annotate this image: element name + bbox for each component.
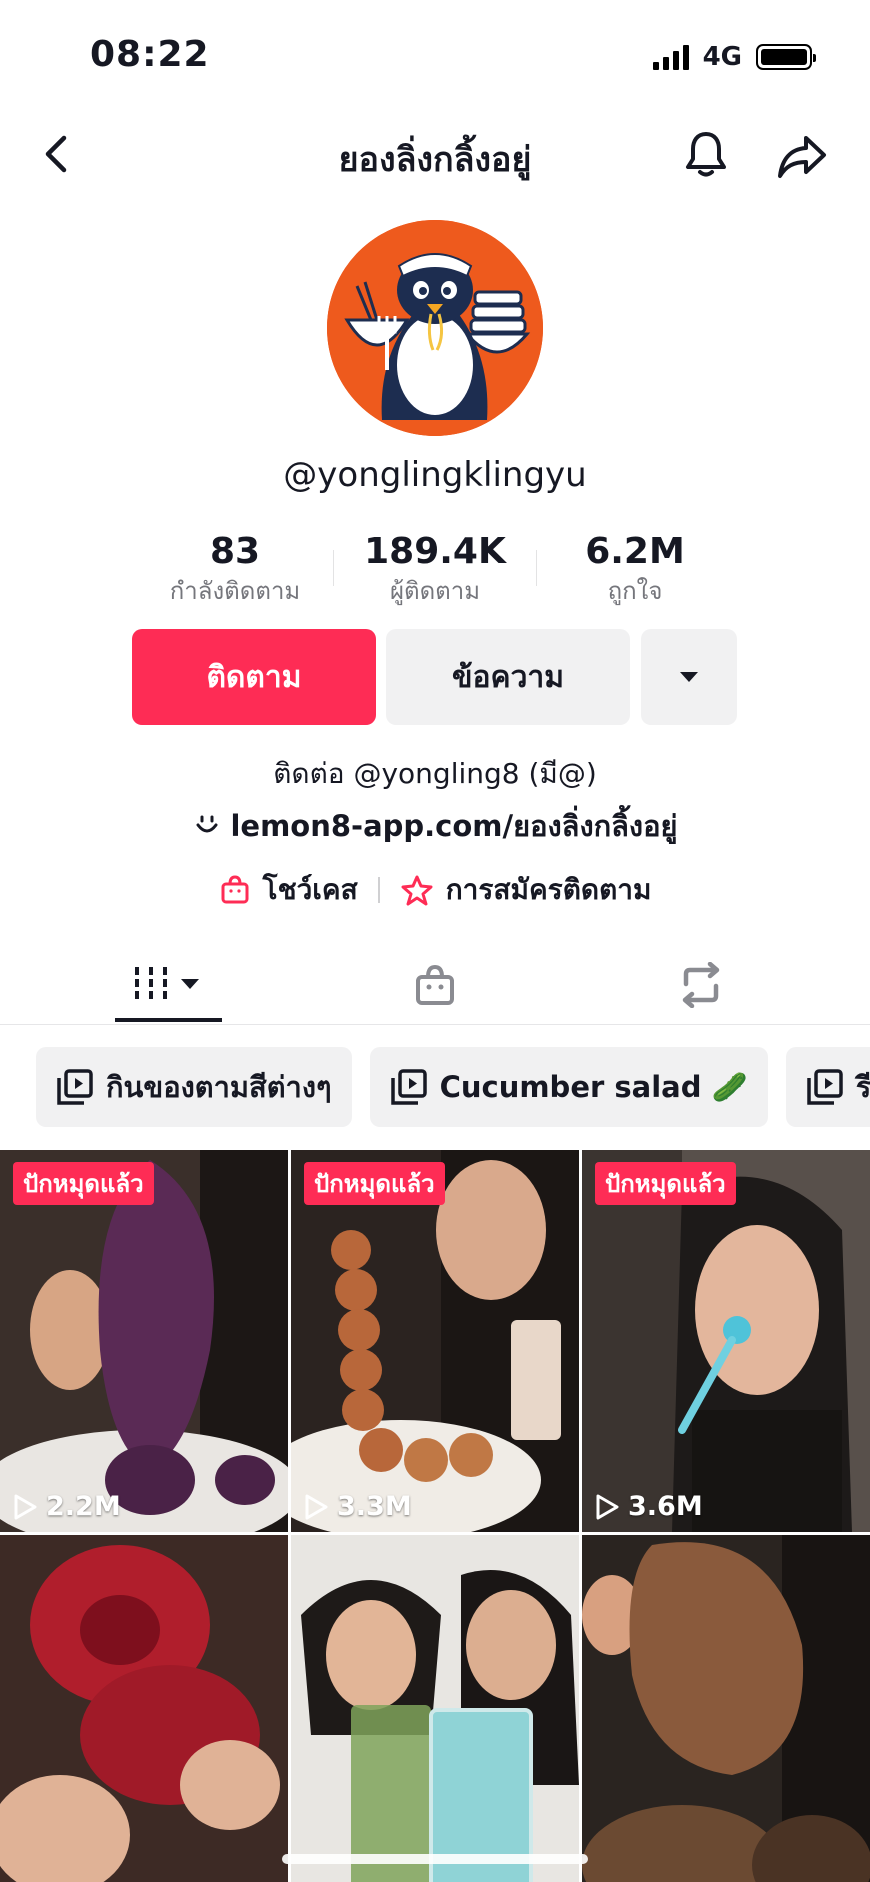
playlist-label: รีวิ	[855, 1070, 870, 1104]
video-thumbnail[interactable]: ปักหมุดแล้ว 3.6M	[582, 1150, 870, 1532]
signal-icon	[652, 44, 689, 70]
view-count-text: 2.2M	[46, 1491, 121, 1522]
lollipop-thumbnail-image	[582, 1150, 870, 1532]
message-button[interactable]: ข้อความ	[386, 629, 630, 725]
view-count: 2.2M	[12, 1491, 121, 1522]
playlist-chip[interactable]: Cucumber salad 🥒	[369, 1047, 768, 1127]
follow-button[interactable]: ติดตาม	[132, 629, 376, 725]
avatar[interactable]	[327, 220, 543, 436]
playlist-label: กินของตามสีต่างๆ	[106, 1070, 332, 1104]
grid-icon	[135, 967, 199, 1003]
bio-contact: ติดต่อ @yongling8 (มี@)	[273, 757, 597, 790]
playlist-row: กินของตามสีต่างๆ Cucumber salad 🥒 รีวิ	[36, 1047, 870, 1127]
plum-thumbnail-image	[0, 1535, 288, 1882]
playlist-icon	[57, 1069, 93, 1105]
tab-videos[interactable]	[78, 945, 258, 1025]
view-count: 3.6M	[594, 1491, 703, 1522]
pinned-badge: ปักหมุดแล้ว	[595, 1162, 736, 1205]
stat-followers[interactable]: 189.4K ผู้ติดตาม	[340, 530, 530, 610]
playlist-label: Cucumber salad 🥒	[439, 1069, 748, 1104]
showcase-label: โชว์เคส	[262, 873, 358, 906]
chocolate-potato-thumbnail-image	[582, 1535, 870, 1882]
share-button[interactable]	[774, 128, 830, 184]
divider	[333, 550, 334, 586]
repost-icon	[682, 962, 720, 1008]
tab-reposts[interactable]	[611, 945, 791, 1025]
profile-tabs	[0, 945, 870, 1025]
stat-value: 83	[209, 531, 261, 572]
pinned-badge: ปักหมุดแล้ว	[304, 1162, 445, 1205]
play-icon	[596, 1494, 619, 1519]
stat-label: ถูกใจ	[607, 577, 663, 605]
sweet-potato-thumbnail-image	[0, 1150, 288, 1532]
suggested-accounts-button[interactable]	[641, 629, 737, 725]
stat-label: กำลังติดตาม	[169, 577, 301, 605]
tab-shop[interactable]	[345, 945, 525, 1025]
playlist-icon	[390, 1069, 427, 1105]
stat-label: ผู้ติดตาม	[389, 577, 481, 605]
caret-down-icon	[680, 672, 698, 682]
bell-icon	[686, 132, 726, 177]
network-type: 4G	[702, 42, 742, 72]
play-icon	[14, 1494, 37, 1519]
bio-link[interactable]: lemon8-app.com/ยองลิ่งกลิ้งอยู่	[0, 803, 870, 849]
drinks-thumbnail-image	[291, 1535, 579, 1882]
home-indicator	[282, 1854, 588, 1864]
divider	[377, 877, 380, 903]
skewer-thumbnail-image	[291, 1150, 579, 1532]
profile-header: ยองลิ่งกลิ้งอยู่	[0, 110, 870, 200]
shopping-bag-icon	[221, 875, 249, 904]
video-thumbnail[interactable]	[0, 1535, 288, 1882]
star-badge-icon	[401, 875, 433, 906]
share-icon	[778, 136, 826, 178]
penguin-avatar-illustration	[327, 220, 543, 436]
pinned-badge: ปักหมุดแล้ว	[13, 1162, 154, 1205]
status-bar: 08:22 4G	[0, 0, 870, 110]
stat-following[interactable]: 83 กำลังติดตาม	[140, 530, 330, 610]
subscription-label: การสมัครติดตาม	[445, 873, 652, 906]
status-indicators: 4G	[652, 42, 816, 72]
notification-button[interactable]	[678, 126, 734, 182]
username: @yonglingklingyu	[283, 455, 587, 495]
shopping-bag-icon	[416, 964, 454, 1005]
profile-stats: 83 กำลังติดตาม 189.4K ผู้ติดตาม 6.2M ถูก…	[140, 530, 730, 610]
active-tab-indicator	[115, 1018, 222, 1022]
play-icon	[305, 1494, 328, 1519]
view-count: 3.3M	[303, 1491, 412, 1522]
subscription-link[interactable]: การสมัครติดตาม	[400, 868, 652, 912]
divider	[536, 550, 537, 586]
video-thumbnail[interactable]	[291, 1535, 579, 1882]
video-grid: ปักหมุดแล้ว 2.2M ปักหมุดแล้ว 3.3M ปักหมุ…	[0, 1150, 870, 1882]
playlist-chip[interactable]: กินของตามสีต่างๆ	[36, 1047, 352, 1127]
stat-likes[interactable]: 6.2M ถูกใจ	[540, 530, 730, 610]
playlist-icon	[806, 1069, 843, 1105]
status-time: 08:22	[90, 34, 210, 75]
stat-value: 6.2M	[585, 531, 685, 572]
view-count-text: 3.6M	[628, 1491, 703, 1522]
playlist-chip[interactable]: รีวิ	[785, 1047, 870, 1127]
video-thumbnail[interactable]: ปักหมุดแล้ว 2.2M	[0, 1150, 288, 1532]
bio-link-text: lemon8-app.com/ยองลิ่งกลิ้งอยู่	[230, 809, 678, 843]
video-thumbnail[interactable]	[582, 1535, 870, 1882]
view-count-text: 3.3M	[337, 1491, 412, 1522]
page-title: ยองลิ่งกลิ้งอยู่	[338, 140, 532, 180]
battery-icon	[756, 44, 816, 70]
showcase-link[interactable]: โชว์เคส	[219, 868, 358, 912]
link-icon	[196, 815, 218, 833]
video-thumbnail[interactable]: ปักหมุดแล้ว 3.3M	[291, 1150, 579, 1532]
profile-links: โชว์เคส การสมัครติดตาม	[0, 868, 870, 912]
stat-value: 189.4K	[364, 531, 506, 572]
